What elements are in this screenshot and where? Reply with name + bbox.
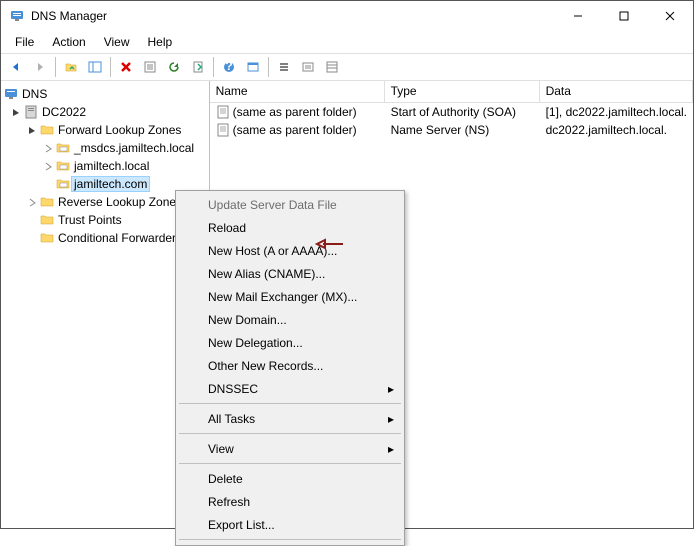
- help-button[interactable]: ?: [218, 56, 240, 78]
- ctx-all-tasks[interactable]: All Tasks▸: [178, 407, 402, 430]
- expand-icon[interactable]: [25, 198, 39, 207]
- tree-root-dns[interactable]: DNS: [1, 85, 209, 103]
- refresh-button[interactable]: [163, 56, 185, 78]
- tree-label: Conditional Forwarders: [55, 230, 185, 246]
- folder-icon: [39, 122, 55, 138]
- export-button[interactable]: [187, 56, 209, 78]
- tree-label: Reverse Lookup Zones: [55, 194, 185, 210]
- tree-label: _msdcs.jamiltech.local: [71, 140, 197, 156]
- menu-view[interactable]: View: [96, 33, 138, 51]
- collapse-icon[interactable]: [25, 126, 39, 135]
- ctx-reload[interactable]: Reload: [178, 216, 402, 239]
- annotation-arrow-icon: [315, 237, 345, 254]
- ctx-new-delegation[interactable]: New Delegation...: [178, 331, 402, 354]
- properties-button[interactable]: [139, 56, 161, 78]
- svg-text:?: ?: [225, 60, 232, 73]
- new-window-button[interactable]: [242, 56, 264, 78]
- detail-button[interactable]: [321, 56, 343, 78]
- ctx-new-host[interactable]: New Host (A or AAAA)...: [178, 239, 402, 262]
- submenu-arrow-icon: ▸: [388, 442, 394, 456]
- tree-zone-msdcs[interactable]: _msdcs.jamiltech.local: [1, 139, 209, 157]
- expand-icon[interactable]: [41, 162, 55, 171]
- tree-label: Trust Points: [55, 212, 125, 228]
- ctx-separator: [179, 463, 401, 464]
- ctx-refresh[interactable]: Refresh: [178, 490, 402, 513]
- dns-icon: [3, 86, 19, 102]
- folder-icon: [39, 230, 55, 246]
- delete-button[interactable]: [115, 56, 137, 78]
- titlebar: DNS Manager: [1, 1, 693, 31]
- forward-button[interactable]: [29, 56, 51, 78]
- list-row[interactable]: (same as parent folder) Start of Authori…: [210, 103, 693, 121]
- menu-help[interactable]: Help: [140, 33, 181, 51]
- ctx-new-domain[interactable]: New Domain...: [178, 308, 402, 331]
- tree-label: jamiltech.local: [71, 158, 152, 174]
- collapse-icon[interactable]: [9, 108, 23, 117]
- menu-file[interactable]: File: [7, 33, 42, 51]
- up-button[interactable]: [60, 56, 82, 78]
- cell-name: (same as parent folder): [233, 105, 357, 119]
- tree-label: DNS: [19, 86, 50, 102]
- ctx-dnssec[interactable]: DNSSEC▸: [178, 377, 402, 400]
- filter-button[interactable]: [273, 56, 295, 78]
- ctx-update: Update Server Data File: [178, 193, 402, 216]
- submenu-arrow-icon: ▸: [388, 382, 394, 396]
- col-data[interactable]: Data: [540, 81, 693, 102]
- context-menu: Update Server Data File Reload New Host …: [175, 190, 405, 546]
- record-icon: [216, 123, 230, 137]
- col-name[interactable]: Name: [210, 81, 385, 102]
- list-button[interactable]: [297, 56, 319, 78]
- ctx-separator: [179, 403, 401, 404]
- submenu-arrow-icon: ▸: [388, 412, 394, 426]
- tree-label: Forward Lookup Zones: [55, 122, 184, 138]
- ctx-new-mx[interactable]: New Mail Exchanger (MX)...: [178, 285, 402, 308]
- close-button[interactable]: [647, 1, 693, 31]
- tree-label-selected: jamiltech.com: [71, 176, 150, 192]
- tree-server[interactable]: DC2022: [1, 103, 209, 121]
- zone-icon: [55, 140, 71, 156]
- record-icon: [216, 105, 230, 119]
- col-type[interactable]: Type: [385, 81, 540, 102]
- list-header: Name Type Data: [210, 81, 693, 103]
- window-controls: [555, 1, 693, 31]
- ctx-other-records[interactable]: Other New Records...: [178, 354, 402, 377]
- menu-action[interactable]: Action: [44, 33, 93, 51]
- ctx-export[interactable]: Export List...: [178, 513, 402, 536]
- tree-zone-local[interactable]: jamiltech.local: [1, 157, 209, 175]
- minimize-button[interactable]: [555, 1, 601, 31]
- app-icon: [9, 8, 25, 24]
- ctx-separator: [179, 433, 401, 434]
- window-title: DNS Manager: [31, 9, 555, 23]
- cell-name: (same as parent folder): [233, 123, 357, 137]
- ctx-new-alias[interactable]: New Alias (CNAME)...: [178, 262, 402, 285]
- ctx-delete[interactable]: Delete: [178, 467, 402, 490]
- ctx-separator: [179, 539, 401, 540]
- cell-type: Start of Authority (SOA): [385, 104, 540, 120]
- tree-flz[interactable]: Forward Lookup Zones: [1, 121, 209, 139]
- tree-label: DC2022: [39, 104, 89, 120]
- menubar: File Action View Help: [1, 31, 693, 53]
- toolbar: ?: [1, 53, 693, 81]
- zone-icon: [55, 158, 71, 174]
- ctx-view[interactable]: View▸: [178, 437, 402, 460]
- folder-icon: [39, 194, 55, 210]
- folder-icon: [39, 212, 55, 228]
- cell-data: dc2022.jamiltech.local.: [540, 122, 693, 138]
- back-button[interactable]: [5, 56, 27, 78]
- zone-icon: [55, 176, 71, 192]
- list-row[interactable]: (same as parent folder) Name Server (NS)…: [210, 121, 693, 139]
- maximize-button[interactable]: [601, 1, 647, 31]
- cell-type: Name Server (NS): [385, 122, 540, 138]
- cell-data: [1], dc2022.jamiltech.local.: [540, 104, 693, 120]
- server-icon: [23, 104, 39, 120]
- show-hide-tree-button[interactable]: [84, 56, 106, 78]
- expand-icon[interactable]: [41, 144, 55, 153]
